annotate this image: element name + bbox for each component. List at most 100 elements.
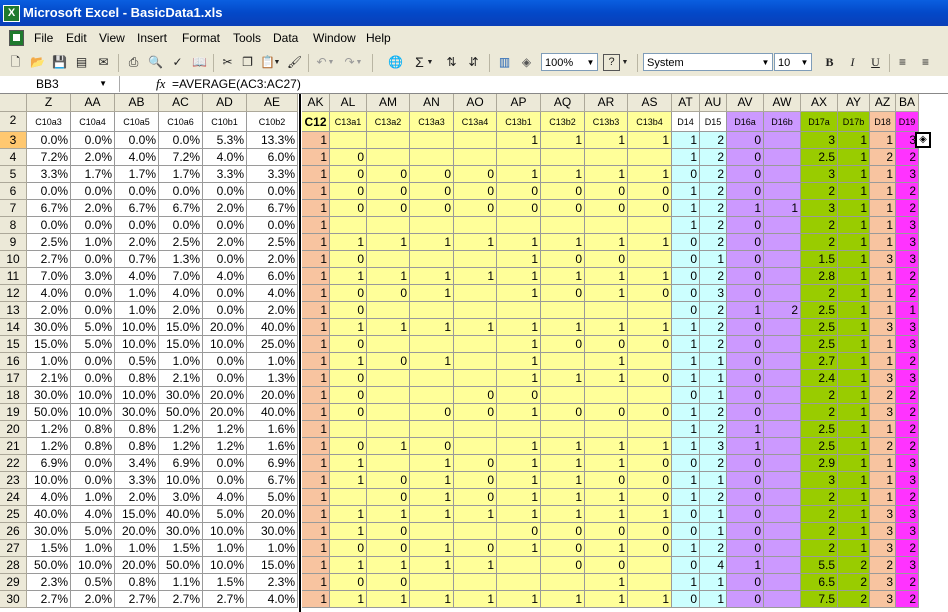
table-cell[interactable]: 50.0% [27, 404, 71, 421]
table-cell[interactable]: 1 [454, 591, 497, 608]
table-cell[interactable]: 3 [801, 166, 838, 183]
table-cell[interactable]: 0 [330, 149, 367, 166]
table-cell[interactable]: 1 [838, 319, 870, 336]
table-cell[interactable] [764, 217, 801, 234]
table-cell[interactable]: 3 [700, 285, 727, 302]
table-cell[interactable]: 6.0% [247, 268, 298, 285]
table-cell[interactable]: 0 [672, 387, 700, 404]
table-cell[interactable]: 7.2% [27, 149, 71, 166]
table-cell[interactable]: 1 [838, 336, 870, 353]
table-cell[interactable]: 0 [454, 200, 497, 217]
table-cell[interactable]: 1 [700, 251, 727, 268]
table-cell[interactable]: 1 [302, 438, 330, 455]
table-cell[interactable]: 0 [454, 387, 497, 404]
table-cell[interactable]: 2 [801, 506, 838, 523]
table-cell[interactable]: 0 [672, 166, 700, 183]
table-cell[interactable] [764, 149, 801, 166]
table-cell[interactable]: 2 [896, 387, 919, 404]
table-cell[interactable]: 2.5 [801, 149, 838, 166]
table-cell[interactable]: 2 [896, 200, 919, 217]
table-cell[interactable]: 1 [585, 506, 628, 523]
column-header-az[interactable]: AZ [870, 94, 896, 112]
table-cell[interactable]: 2.7% [203, 591, 247, 608]
table-cell[interactable] [764, 523, 801, 540]
table-cell[interactable]: 1 [700, 472, 727, 489]
table-cell[interactable]: 3.3% [115, 472, 159, 489]
table-cell[interactable] [764, 421, 801, 438]
table-cell[interactable] [410, 387, 454, 404]
field-header-cell[interactable]: D17a [801, 112, 838, 132]
table-cell[interactable]: 1 [302, 217, 330, 234]
error-check-icon[interactable]: ◈ [915, 132, 931, 148]
table-cell[interactable]: 0 [628, 285, 672, 302]
table-cell[interactable]: 1 [764, 200, 801, 217]
table-cell[interactable]: 2 [896, 353, 919, 370]
table-cell[interactable]: 1 [870, 489, 896, 506]
table-cell[interactable]: 1 [700, 506, 727, 523]
table-cell[interactable]: 1.0% [247, 353, 298, 370]
table-cell[interactable]: 2.0% [71, 200, 115, 217]
table-cell[interactable]: 1 [870, 353, 896, 370]
table-cell[interactable]: 0 [330, 370, 367, 387]
table-cell[interactable]: 2.0% [159, 302, 203, 319]
column-header-aq[interactable]: AQ [541, 94, 585, 112]
table-cell[interactable]: 3 [870, 251, 896, 268]
table-cell[interactable]: 7.0% [159, 268, 203, 285]
table-cell[interactable]: 2 [700, 489, 727, 506]
table-cell[interactable]: 1 [838, 421, 870, 438]
table-cell[interactable]: 1 [410, 234, 454, 251]
table-cell[interactable]: 1 [367, 506, 410, 523]
field-header-cell[interactable]: C12 [302, 112, 330, 132]
table-cell[interactable]: 0.0% [203, 183, 247, 200]
table-cell[interactable] [410, 302, 454, 319]
table-cell[interactable]: 1 [367, 557, 410, 574]
table-cell[interactable]: 0 [330, 404, 367, 421]
table-cell[interactable] [497, 574, 541, 591]
table-cell[interactable]: 0 [541, 540, 585, 557]
table-cell[interactable]: 10.0% [115, 387, 159, 404]
table-cell[interactable]: 2 [700, 183, 727, 200]
row-header[interactable]: 5 [0, 166, 27, 183]
table-cell[interactable]: 0.0% [71, 302, 115, 319]
table-cell[interactable] [541, 421, 585, 438]
table-cell[interactable]: 0 [628, 336, 672, 353]
field-header-cell[interactable]: D16a [727, 112, 764, 132]
table-cell[interactable]: 1 [672, 404, 700, 421]
table-cell[interactable]: 2 [700, 302, 727, 319]
table-cell[interactable] [628, 557, 672, 574]
table-cell[interactable]: 1 [302, 574, 330, 591]
table-cell[interactable] [410, 132, 454, 149]
table-cell[interactable]: 4.0% [115, 268, 159, 285]
toolbar-options-icon[interactable]: ▼ [621, 53, 629, 72]
table-cell[interactable]: 0.0% [71, 183, 115, 200]
table-cell[interactable]: 2 [838, 574, 870, 591]
table-cell[interactable]: 0 [541, 200, 585, 217]
table-cell[interactable]: 1 [410, 489, 454, 506]
table-cell[interactable] [367, 421, 410, 438]
column-header-ar[interactable]: AR [585, 94, 628, 112]
table-cell[interactable]: 1 [410, 472, 454, 489]
table-cell[interactable]: 0 [672, 251, 700, 268]
table-cell[interactable]: 1 [541, 234, 585, 251]
field-header-cell[interactable]: C13a4 [454, 112, 497, 132]
table-cell[interactable]: 2 [700, 455, 727, 472]
table-cell[interactable]: 50.0% [159, 557, 203, 574]
table-cell[interactable]: 2 [896, 540, 919, 557]
table-cell[interactable]: 1 [367, 591, 410, 608]
table-cell[interactable]: 30.0% [27, 319, 71, 336]
table-cell[interactable] [497, 217, 541, 234]
table-cell[interactable]: 20.0% [247, 506, 298, 523]
table-cell[interactable]: 0 [454, 472, 497, 489]
table-cell[interactable]: 0 [367, 285, 410, 302]
table-cell[interactable] [764, 251, 801, 268]
table-cell[interactable]: 1 [700, 523, 727, 540]
insert-function-icon[interactable]: fx [156, 76, 165, 92]
column-header-an[interactable]: AN [410, 94, 454, 112]
table-cell[interactable] [764, 455, 801, 472]
table-cell[interactable] [454, 370, 497, 387]
table-cell[interactable]: 1 [302, 387, 330, 404]
row-header[interactable]: 27 [0, 540, 27, 557]
table-cell[interactable]: 1.5 [801, 251, 838, 268]
table-cell[interactable]: 0 [727, 319, 764, 336]
table-cell[interactable]: 1 [870, 472, 896, 489]
